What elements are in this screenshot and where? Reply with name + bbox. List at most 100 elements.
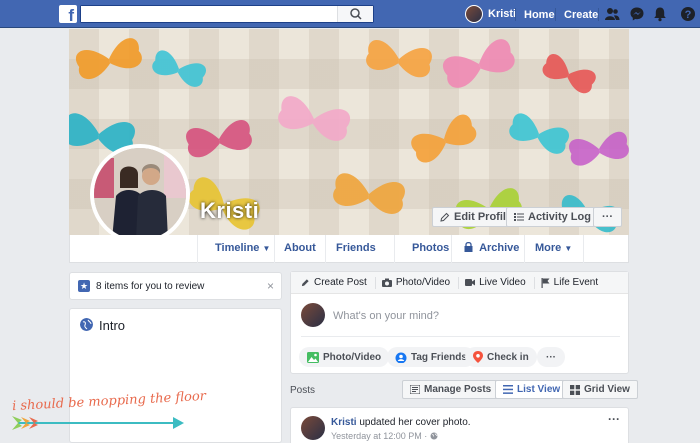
tab-about[interactable]: About bbox=[284, 242, 316, 254]
globe-icon bbox=[80, 318, 93, 331]
pencil-icon bbox=[440, 212, 450, 222]
post-composer: Create Post Photo/Video Live Video Life … bbox=[290, 271, 629, 374]
check-in-label: Check in bbox=[487, 351, 529, 363]
svg-text:?: ? bbox=[685, 9, 692, 21]
star-icon: ★ bbox=[78, 280, 90, 292]
nav-divider bbox=[515, 8, 516, 21]
top-nav-bar: f Kristi Home Create ? bbox=[0, 0, 700, 28]
globe-icon bbox=[430, 432, 438, 440]
location-pin-icon bbox=[473, 351, 483, 363]
tab-archive-label: Archive bbox=[479, 242, 520, 254]
blog-watermark: i should be mopping the floor bbox=[8, 389, 206, 436]
post-action-text: updated her cover photo. bbox=[359, 417, 471, 428]
avatar[interactable] bbox=[301, 416, 325, 440]
search-button[interactable] bbox=[337, 6, 373, 22]
caret-down-icon: ▼ bbox=[262, 244, 271, 253]
avatar bbox=[301, 303, 325, 327]
photo-video-button[interactable]: Photo/Video bbox=[299, 347, 390, 367]
manage-posts-label: Manage Posts bbox=[424, 384, 492, 395]
feed-post: Kristi updated her cover photo. Yesterda… bbox=[290, 407, 629, 443]
tab-friends[interactable]: Friends bbox=[336, 242, 376, 254]
nav-divider bbox=[394, 235, 395, 263]
grid-view-icon bbox=[570, 384, 580, 395]
photo-video-label: Photo/Video bbox=[323, 351, 382, 363]
manage-posts-button[interactable]: Manage Posts bbox=[402, 380, 500, 399]
post-timestamp[interactable]: Yesterday at 12:00 PM · bbox=[331, 431, 438, 441]
tab-timeline-label: Timeline bbox=[215, 242, 260, 254]
more-dots-icon: ··· bbox=[602, 211, 613, 223]
cover-more-button[interactable]: ··· bbox=[593, 207, 622, 227]
nav-divider bbox=[451, 235, 452, 263]
friends-icon[interactable] bbox=[604, 6, 620, 22]
tag-friends-button[interactable]: Tag Friends bbox=[387, 347, 475, 367]
caret-down-icon: ▼ bbox=[564, 244, 573, 253]
nav-home-link[interactable]: Home bbox=[524, 9, 555, 21]
composer-divider bbox=[301, 336, 620, 337]
post-header-text: Kristi updated her cover photo. bbox=[331, 417, 471, 428]
tag-friends-label: Tag Friends bbox=[411, 351, 467, 363]
tab-live-video[interactable]: Live Video bbox=[465, 276, 535, 289]
list-icon bbox=[514, 213, 524, 221]
tab-create-post-label: Create Post bbox=[314, 277, 367, 288]
tab-photos[interactable]: Photos bbox=[412, 242, 449, 254]
tab-photo-video-label: Photo/Video bbox=[395, 277, 451, 288]
tab-life-event[interactable]: Life Event bbox=[541, 277, 606, 289]
post-options-button[interactable]: ··· bbox=[608, 412, 620, 426]
messenger-icon[interactable] bbox=[629, 6, 645, 22]
tab-timeline[interactable]: Timeline ▼ bbox=[215, 242, 270, 254]
composer-tabs: Create Post Photo/Video Live Video Life … bbox=[291, 272, 628, 294]
posts-heading: Posts bbox=[290, 385, 316, 396]
search-box[interactable] bbox=[80, 5, 374, 23]
profile-name[interactable]: Kristi bbox=[200, 198, 259, 224]
manage-icon bbox=[410, 385, 420, 394]
tab-live-video-label: Live Video bbox=[479, 277, 526, 288]
video-camera-icon bbox=[465, 279, 476, 286]
activity-log-button[interactable]: Activity Log bbox=[506, 207, 599, 227]
photo-icon bbox=[307, 351, 319, 363]
profile-picture[interactable] bbox=[90, 144, 190, 244]
nav-user-name: Kristi bbox=[488, 8, 517, 20]
search-icon bbox=[350, 8, 362, 20]
profile-photo-image bbox=[94, 148, 186, 240]
activity-log-label: Activity Log bbox=[528, 211, 591, 223]
nav-divider bbox=[274, 235, 275, 263]
list-view-label: List View bbox=[517, 384, 561, 395]
tab-archive[interactable]: Archive bbox=[464, 241, 520, 254]
nav-divider bbox=[325, 235, 326, 263]
search-input[interactable] bbox=[81, 6, 336, 22]
post-author-link[interactable]: Kristi bbox=[331, 417, 357, 428]
tag-friends-icon bbox=[395, 352, 407, 363]
avatar bbox=[465, 5, 483, 23]
review-items-text[interactable]: 8 items for you to review bbox=[96, 281, 204, 292]
composer-more-button[interactable]: ··· bbox=[537, 347, 565, 367]
post-timestamp-text: Yesterday at 12:00 PM · bbox=[331, 431, 430, 441]
nav-divider bbox=[598, 8, 599, 21]
tab-more[interactable]: More ▼ bbox=[535, 242, 572, 254]
list-view-icon bbox=[503, 385, 513, 394]
nav-profile-link[interactable]: Kristi bbox=[465, 5, 516, 23]
facebook-logo-icon[interactable]: f bbox=[59, 5, 77, 23]
tab-life-event-label: Life Event bbox=[553, 277, 599, 288]
nav-divider bbox=[197, 235, 198, 263]
more-dots-icon: ··· bbox=[546, 351, 556, 363]
grid-view-label: Grid View bbox=[584, 384, 630, 395]
lock-icon bbox=[464, 241, 473, 252]
help-icon[interactable]: ? bbox=[680, 6, 696, 22]
pencil-icon bbox=[301, 279, 309, 287]
nav-create-link[interactable]: Create bbox=[564, 9, 598, 21]
check-in-button[interactable]: Check in bbox=[465, 347, 537, 367]
edit-profile-label: Edit Profile bbox=[454, 211, 513, 223]
review-items-card[interactable]: ★ 8 items for you to review × bbox=[69, 272, 282, 300]
nav-divider bbox=[583, 235, 584, 263]
tab-photo-video[interactable]: Photo/Video bbox=[381, 276, 460, 289]
notifications-icon[interactable] bbox=[652, 6, 668, 22]
nav-divider bbox=[524, 235, 525, 263]
grid-view-button[interactable]: Grid View bbox=[562, 380, 638, 399]
tab-create-post[interactable]: Create Post bbox=[301, 276, 376, 289]
status-input[interactable]: What's on your mind? bbox=[333, 310, 439, 322]
list-view-button[interactable]: List View bbox=[495, 380, 569, 399]
intro-title: Intro bbox=[99, 318, 126, 333]
close-icon[interactable]: × bbox=[267, 279, 274, 293]
timeline-nav: Timeline ▼ About Friends Photos Archive … bbox=[69, 235, 629, 263]
tab-more-label: More bbox=[535, 242, 562, 254]
